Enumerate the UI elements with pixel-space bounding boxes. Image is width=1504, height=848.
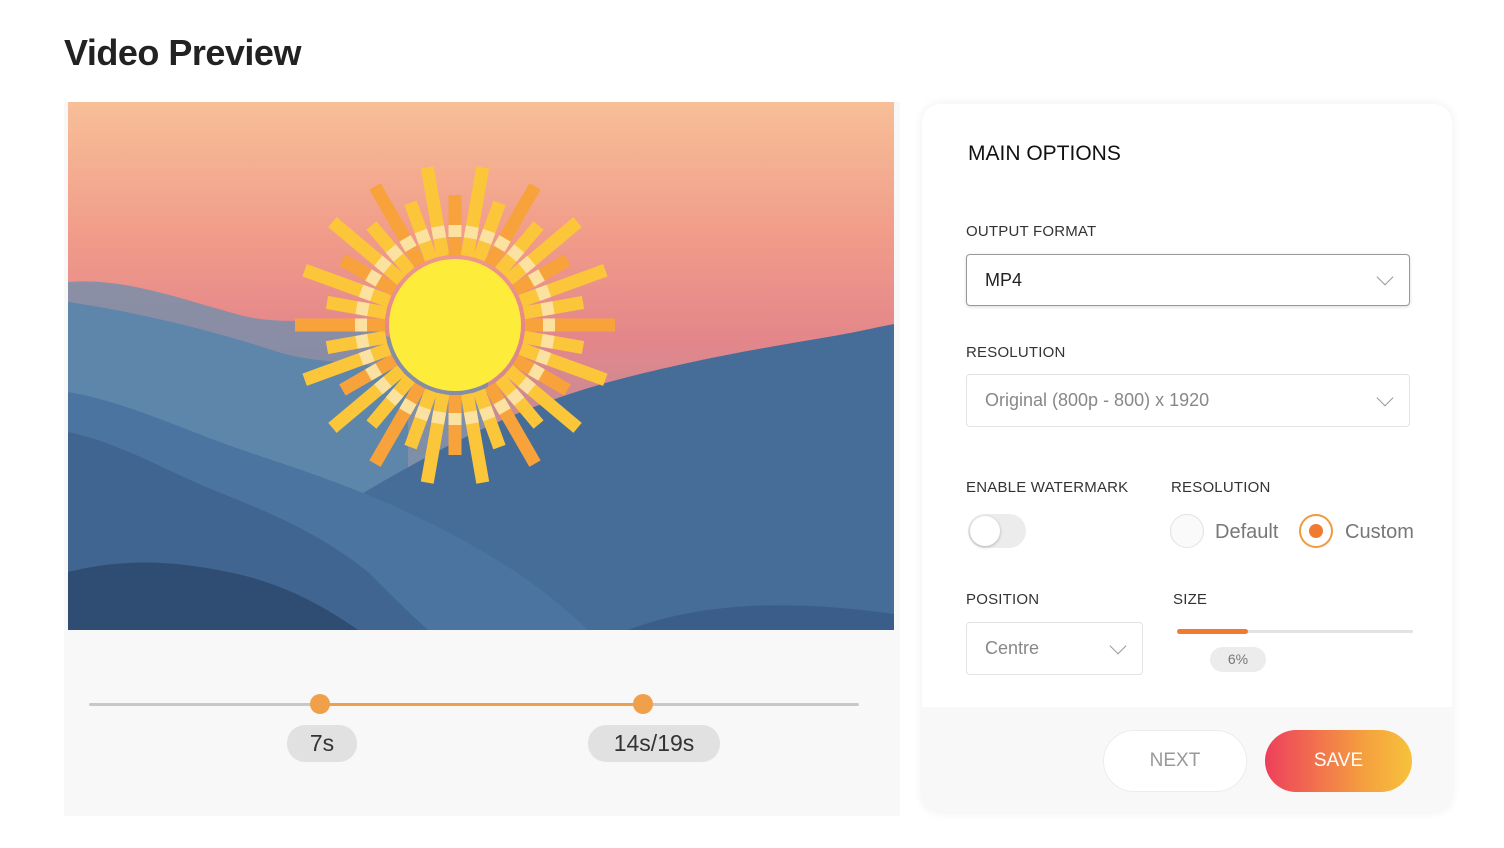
output-format-label: OUTPUT FORMAT — [966, 223, 1097, 240]
radio-default[interactable] — [1170, 514, 1204, 548]
sun-ray-highlight — [385, 388, 404, 406]
sun-ray-highlight — [506, 244, 525, 262]
resolution-select[interactable]: Original (800p - 800) x 1920 — [966, 374, 1410, 427]
panel-title: MAIN OPTIONS — [968, 142, 1121, 165]
sun-ray-highlight — [478, 228, 496, 245]
output-format-select[interactable]: MP4 — [966, 254, 1410, 306]
sun-ray-highlight — [365, 363, 383, 381]
sun-ray-highlight — [463, 225, 479, 240]
radio-custom-label[interactable]: Custom — [1345, 521, 1414, 544]
sun-ray-highlight — [414, 228, 432, 245]
size-value-badge: 6% — [1210, 647, 1266, 672]
video-preview-panel: 7s 14s/19s — [64, 102, 900, 816]
sun-ray-highlight — [463, 410, 479, 425]
sun-ray-highlight — [431, 410, 447, 425]
sun-ray-highlight — [535, 284, 552, 302]
sun-ray-highlight — [374, 376, 392, 395]
sun-ray-highlight — [385, 244, 404, 262]
next-button[interactable]: NEXT — [1103, 730, 1247, 792]
radio-custom[interactable] — [1299, 514, 1333, 548]
radio-default-label[interactable]: Default — [1215, 521, 1278, 544]
sun-ray-highlight — [399, 397, 417, 415]
position-select[interactable]: Centre — [966, 622, 1143, 675]
sun-ray-highlight — [540, 333, 555, 349]
sun-ray-highlight — [399, 235, 417, 253]
sun-ray-highlight — [527, 363, 545, 381]
position-label: POSITION — [966, 591, 1040, 608]
radio-selected-dot — [1309, 524, 1323, 538]
sun-ray-highlight — [355, 333, 370, 349]
sun-ray-highlight — [478, 405, 496, 422]
sun-ray-highlight — [506, 388, 525, 406]
chevron-down-icon — [1109, 637, 1127, 654]
toggle-knob — [970, 516, 1000, 546]
sun-ray-highlight — [365, 269, 383, 287]
resolution-value: Original (800p - 800) x 1920 — [985, 390, 1210, 410]
sun-ray-highlight — [431, 225, 447, 240]
chevron-down-icon — [1376, 389, 1394, 406]
watermark-resolution-label: RESOLUTION — [1171, 479, 1271, 496]
position-value: Centre — [985, 638, 1040, 658]
size-slider-fill — [1177, 629, 1248, 634]
sunset-mountains-image — [68, 102, 894, 630]
trim-end-time: 14s/19s — [588, 725, 720, 762]
enable-watermark-label: ENABLE WATERMARK — [966, 479, 1129, 496]
watermark-toggle[interactable] — [968, 514, 1026, 548]
sun-ray-highlight — [414, 405, 432, 422]
sun-ray-highlight — [527, 269, 545, 287]
size-slider[interactable] — [1177, 629, 1413, 634]
sun-ray-highlight — [493, 397, 511, 415]
sun-ray-highlight — [518, 255, 536, 274]
resolution-label: RESOLUTION — [966, 344, 1066, 361]
sun-ray-highlight — [493, 235, 511, 253]
sun-ray-highlight — [535, 348, 552, 366]
page-title: Video Preview — [64, 32, 301, 73]
main-options-panel: MAIN OPTIONS OUTPUT FORMAT MP4 RESOLUTIO… — [922, 104, 1452, 812]
trim-start-handle[interactable] — [310, 694, 330, 714]
size-label: SIZE — [1173, 591, 1208, 608]
options-footer: NEXT SAVE — [922, 707, 1452, 812]
trim-slider-track[interactable] — [89, 694, 859, 714]
sun-ray-highlight — [358, 348, 375, 366]
video-frame[interactable] — [68, 102, 894, 630]
trim-slider-range — [320, 703, 644, 706]
chevron-down-icon — [1376, 268, 1394, 286]
sun-ray-highlight — [518, 376, 536, 395]
trim-end-handle[interactable] — [633, 694, 654, 714]
sun-ray-highlight — [355, 301, 370, 317]
sun-ray-highlight — [358, 284, 375, 302]
output-format-value: MP4 — [985, 269, 1023, 290]
save-button[interactable]: SAVE — [1265, 730, 1412, 792]
trim-start-time: 7s — [287, 725, 357, 762]
sun-ray-highlight — [374, 255, 392, 274]
sun-ray-highlight — [540, 301, 555, 317]
